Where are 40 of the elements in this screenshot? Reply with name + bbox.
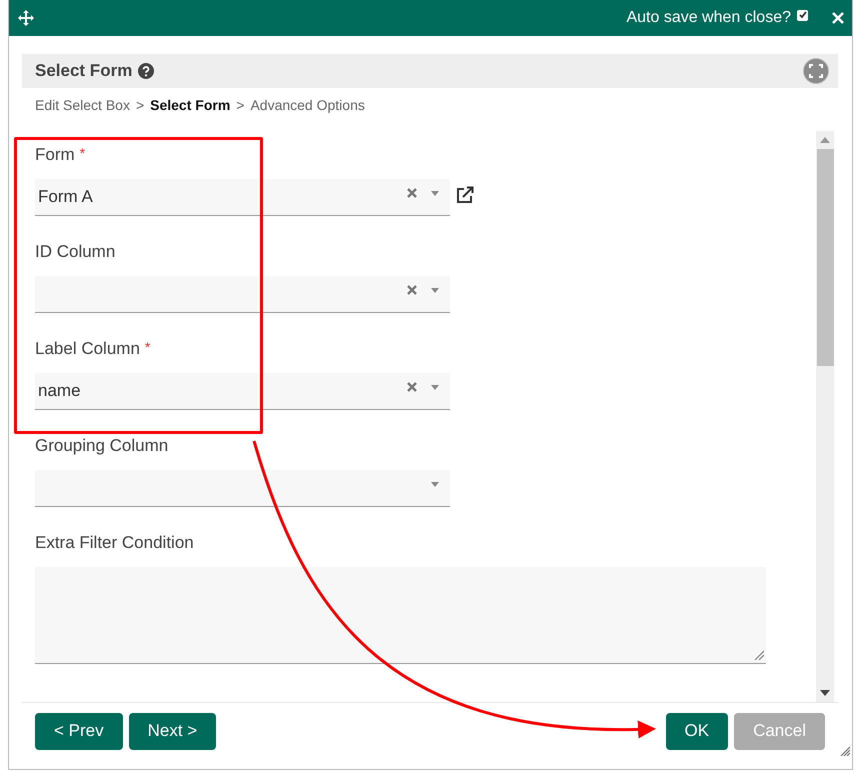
fullscreen-icon[interactable] [803,58,829,84]
scroll-up-icon[interactable] [820,137,830,143]
auto-save-checkbox[interactable] [797,10,808,20]
breadcrumb-item[interactable]: Advanced Options [250,97,365,123]
clear-icon[interactable] [407,188,417,198]
external-link-icon[interactable] [456,186,474,204]
action-button[interactable]: OK [666,712,728,750]
nav-button[interactable]: < Prev [35,712,123,750]
field-label: Form [35,145,75,166]
caret-icon[interactable] [431,190,439,196]
required-mark: * [80,145,86,163]
select-field[interactable] [35,276,450,313]
breadcrumb-separator: > [236,97,244,115]
nav-button[interactable]: Next > [128,712,216,750]
auto-save-label: Auto save when close? [626,9,791,27]
clear-icon[interactable] [407,382,417,392]
caret-icon[interactable] [431,384,439,390]
scroll-down-icon[interactable] [820,690,830,696]
field-label: Extra Filter Condition [35,533,194,554]
help-icon[interactable] [138,63,154,79]
breadcrumb-separator: > [136,97,144,115]
move-icon[interactable] [18,10,34,26]
close-icon[interactable] [832,12,844,24]
caret-icon[interactable] [431,288,439,292]
caret-icon[interactable] [431,482,439,486]
resize-grip-icon[interactable] [754,650,764,660]
scroll-thumb[interactable] [816,149,834,366]
field-label: Grouping Column [35,436,168,457]
required-mark: * [144,339,150,357]
resize-grip-icon[interactable] [840,746,850,756]
scrollbar[interactable] [816,131,834,702]
select-field[interactable]: Form A [35,179,450,216]
select-field[interactable] [35,470,450,507]
select-field[interactable]: name [35,373,450,410]
breadcrumb-item[interactable]: Edit Select Box [35,97,130,123]
field-label: Label Column [35,339,140,360]
clear-icon[interactable] [407,285,417,295]
panel-title: Select Form [35,61,132,81]
breadcrumb-item[interactable]: Select Form [150,97,230,123]
field-label: ID Column [35,242,116,263]
